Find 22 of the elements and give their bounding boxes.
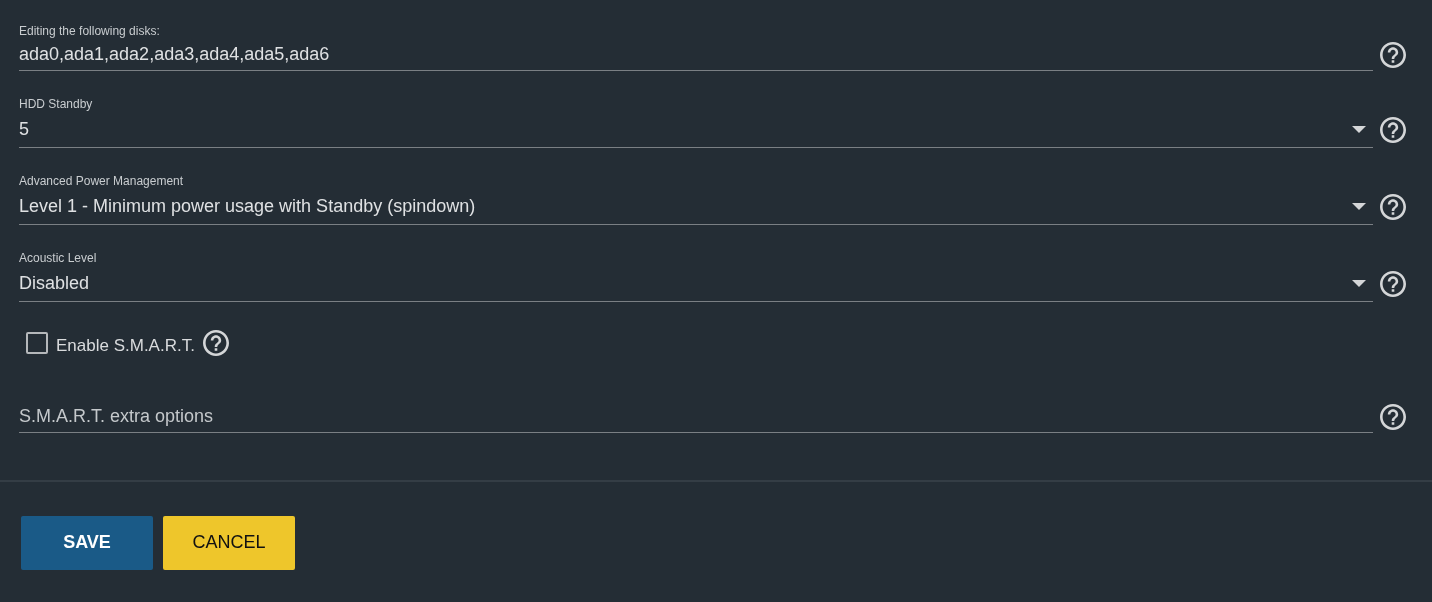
cancel-button[interactable]: CANCEL [163,515,295,570]
field-label: Acoustic Level [19,250,98,266]
caret-icon [1352,280,1366,287]
caret-icon [1352,203,1366,210]
caret-icon [1352,126,1366,133]
checkbox[interactable] [26,331,48,354]
help-icon[interactable] [1380,194,1406,220]
save-button[interactable]: SAVE [21,515,153,570]
field-label: Editing the following disks: [19,23,161,39]
help-icon[interactable] [1380,403,1406,430]
select-field[interactable]: Disabled [19,266,1373,302]
help-icon[interactable] [202,329,229,356]
select-field[interactable]: Level 1 - Minimum power usage with Standby (spindown) [19,189,1373,225]
select-field[interactable]: 5 [19,112,1373,148]
checkbox-label: Enable S.M.A.R.T. [56,335,195,357]
field-label: Advanced Power Management [19,173,185,189]
field-label: HDD Standby [19,96,94,112]
input-field[interactable]: S.M.A.R.T. extra options [19,400,1373,433]
help-icon[interactable] [1380,271,1406,297]
help-icon[interactable] [1380,42,1406,68]
help-icon[interactable] [1380,117,1406,143]
input-field[interactable]: ada0,ada1,ada2,ada3,ada4,ada5,ada6 [19,39,1373,71]
